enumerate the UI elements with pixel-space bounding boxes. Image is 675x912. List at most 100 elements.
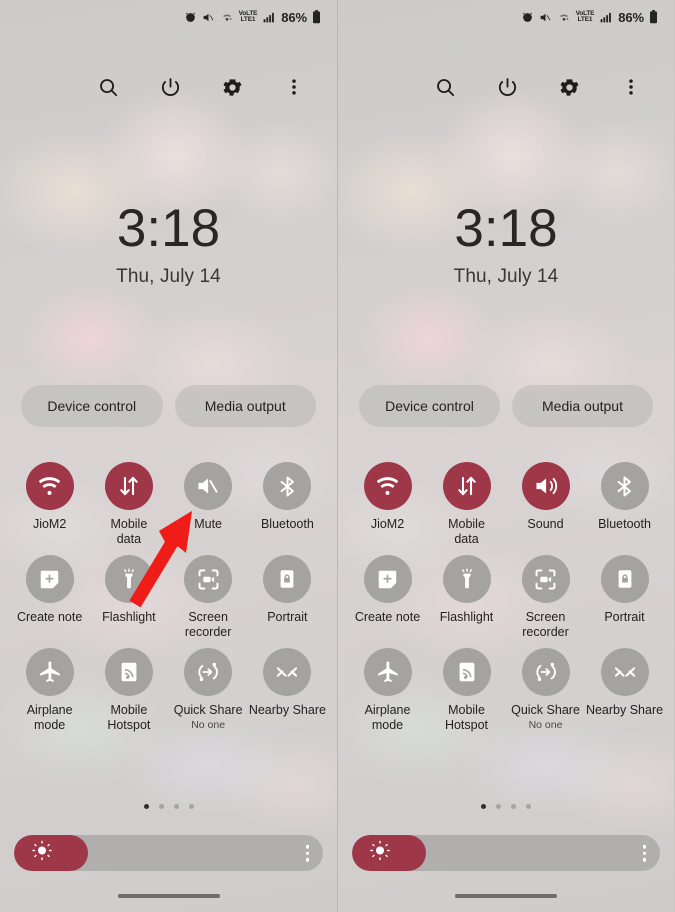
home-indicator[interactable] [455,894,557,898]
nearby-share-icon[interactable] [263,648,312,696]
more-options-button[interactable] [273,66,315,108]
quick-share-icon[interactable] [184,648,233,696]
qs-tile-label: Airplane mode [26,703,73,732]
qs-tile-mobile-data[interactable]: Mobile data [427,462,506,547]
qs-tile-flashlight[interactable]: Flashlight [427,555,506,640]
wifi-icon[interactable] [363,462,412,510]
home-indicator[interactable] [117,894,220,898]
device-control-button[interactable]: Device control [359,385,500,427]
airplane-icon[interactable] [25,648,74,696]
settings-button[interactable] [211,66,253,108]
qs-tile-screen-recorder[interactable]: Screen recorder [169,555,248,640]
media-output-button[interactable]: Media output [174,385,316,427]
page-dot[interactable] [188,804,194,809]
media-output-button[interactable]: Media output [512,385,653,427]
search-button[interactable] [424,66,466,108]
qs-tile-quick-share[interactable]: Quick Share No one [169,648,248,733]
clock-widget[interactable]: 3:18 Thu, July 14 [0,198,337,288]
search-icon [434,76,457,99]
qs-tile-label: Quick Share [511,703,580,717]
qs-tile-portrait[interactable]: Portrait [585,555,664,640]
airplane-icon[interactable] [363,648,412,696]
speaker-mute-icon[interactable] [184,462,233,510]
battery-icon [312,10,321,24]
page-dot[interactable] [481,804,486,809]
flashlight-icon[interactable] [104,555,153,603]
qs-tile-nearby-share[interactable]: Nearby Share [248,648,327,733]
qs-tile-airplane-mode[interactable]: Airplane mode [10,648,89,733]
qs-tile-label: Portrait [604,610,645,624]
qs-tile-mobile-hotspot[interactable]: Mobile Hotspot [427,648,506,733]
qs-tile-nearby-share[interactable]: Nearby Share [585,648,664,733]
quick-share-icon[interactable] [521,648,570,696]
nearby-share-icon[interactable] [600,648,649,696]
brightness-more-icon[interactable] [305,844,309,862]
brightness-more-icon[interactable] [642,844,646,862]
qs-tile-label: Sound [527,517,564,531]
search-button[interactable] [87,66,129,108]
speaker-on-icon[interactable] [521,462,570,510]
brightness-track[interactable] [352,835,660,871]
more-options-button[interactable] [610,66,652,108]
qs-tile-label: Airplane mode [364,703,411,732]
qs-tile-screen-recorder[interactable]: Screen recorder [506,555,585,640]
qs-tile-mobile-data[interactable]: Mobile data [89,462,168,547]
hotspot-icon[interactable] [442,648,491,696]
clock-date: Thu, July 14 [453,266,559,287]
brightness-slider[interactable] [14,835,323,871]
qs-tile-jiom2[interactable]: JioM2 [10,462,89,547]
signal-icon [599,11,613,24]
dual-screenshot-stage: VoLTE LTE1 86% 3:18 Thu, July 14 Device … [0,0,675,912]
quick-settings-grid-right: JioM2 Mobile data Sound Bluetooth Create note… [348,462,664,733]
power-button[interactable] [486,66,528,108]
page-indicator [0,804,337,809]
brightness-track[interactable] [14,835,323,871]
power-icon [496,76,519,99]
qs-tile-flashlight[interactable]: Flashlight [89,555,168,640]
create-note-icon[interactable] [363,555,412,603]
rotation-lock-icon[interactable] [600,555,649,603]
qs-tile-sound[interactable]: Sound [506,462,585,547]
wifi-icon[interactable] [25,462,74,510]
clock-widget[interactable]: 3:18 Thu, July 14 [338,198,674,288]
bluetooth-icon[interactable] [263,462,312,510]
volte-bottom-label: LTE1 [240,16,256,23]
screen-recorder-icon[interactable] [184,555,233,603]
qs-tile-portrait[interactable]: Portrait [248,555,327,640]
page-dot[interactable] [143,804,149,809]
qs-tile-airplane-mode[interactable]: Airplane mode [348,648,427,733]
page-dot[interactable] [496,804,501,809]
qs-tile-create-note[interactable]: Create note [10,555,89,640]
qs-tile-mute[interactable]: Mute [169,462,248,547]
brightness-slider[interactable] [352,835,660,871]
qs-tile-mobile-hotspot[interactable]: Mobile Hotspot [89,648,168,733]
bluetooth-icon[interactable] [600,462,649,510]
qs-tile-create-note[interactable]: Create note [348,555,427,640]
device-control-button[interactable]: Device control [21,385,163,427]
power-button[interactable] [149,66,191,108]
flashlight-icon[interactable] [442,555,491,603]
mobile-data-icon[interactable] [104,462,153,510]
battery-percent-label: 86% [281,9,307,25]
page-dot[interactable] [158,804,164,809]
create-note-icon[interactable] [25,555,74,603]
page-dot[interactable] [173,804,179,809]
qs-tile-quick-share[interactable]: Quick Share No one [506,648,585,733]
qs-tile-sublabel: No one [528,719,563,731]
settings-button[interactable] [548,66,590,108]
page-dot[interactable] [511,804,516,809]
quick-settings-panel-left: VoLTE LTE1 86% 3:18 Thu, July 14 Device … [0,0,337,912]
qs-tile-bluetooth[interactable]: Bluetooth [585,462,664,547]
qs-tile-label: Flashlight [102,610,156,624]
page-dot[interactable] [526,804,531,809]
screen-recorder-icon[interactable] [521,555,570,603]
alarm-icon [521,11,534,24]
qs-tile-bluetooth[interactable]: Bluetooth [248,462,327,547]
quick-settings-row: Create note Flashlight Screen recorder Portr… [348,555,664,640]
more-vertical-icon [621,76,641,98]
hotspot-icon[interactable] [104,648,153,696]
rotation-lock-icon[interactable] [263,555,312,603]
mute-icon [539,11,552,24]
qs-tile-jiom2[interactable]: JioM2 [348,462,427,547]
mobile-data-icon[interactable] [442,462,491,510]
